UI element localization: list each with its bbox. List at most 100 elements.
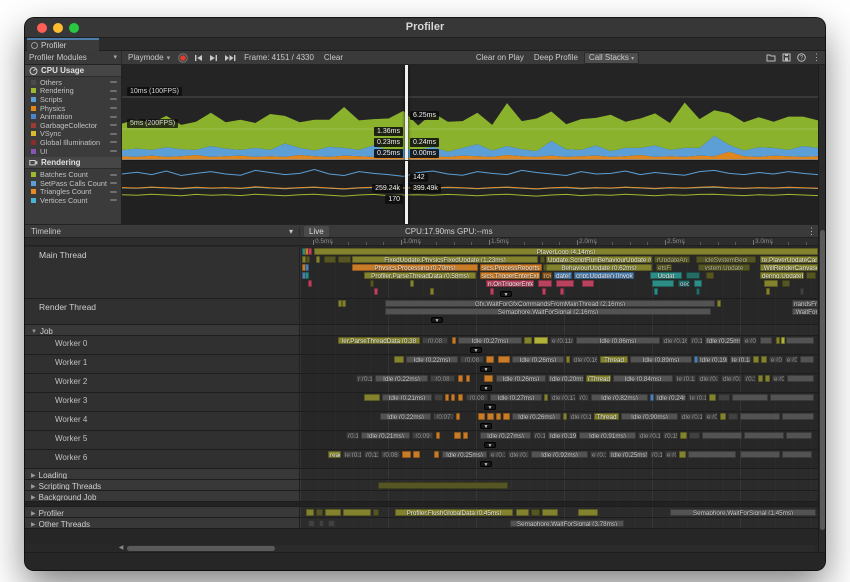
timeline-span[interactable] — [718, 394, 730, 401]
timeline-span[interactable]: Idle (0.91ms) — [579, 432, 636, 439]
legend-toggle-dash[interactable] — [110, 150, 117, 152]
timeline-span[interactable]: Idle (0.19m — [548, 432, 577, 439]
timeline-span[interactable] — [563, 413, 567, 420]
timeline-span[interactable]: Updat — [650, 272, 682, 279]
timeline-span[interactable] — [702, 432, 742, 439]
target-mode-dropdown[interactable]: Playmode▾ — [124, 51, 174, 65]
timeline-span[interactable]: ler.ParseThreadData (0.38 — [338, 337, 420, 344]
timeline-span[interactable]: Idle (0.27ms) — [458, 337, 522, 344]
timeline-span[interactable]: Thread — [600, 356, 628, 363]
timeline-span[interactable]: le (0.13m — [675, 375, 696, 382]
timeline-span[interactable]: Physics.Processing (0.70ms) — [352, 264, 478, 271]
timeline-span[interactable] — [430, 288, 434, 295]
timeline-span[interactable]: Gfx.WaitForGfxCommandsFromMainThread (2.… — [385, 300, 715, 307]
timeline-span[interactable]: dle (0.15m — [721, 375, 742, 382]
timeline-span[interactable] — [706, 272, 714, 279]
timeline-span[interactable] — [758, 375, 763, 382]
thread-track[interactable]: ler.ParseThreadData (0.38(0.08Idle (0.27… — [300, 336, 818, 354]
timeline-span[interactable]: Semaphore.WaitForSignal (2.16ms) — [385, 308, 711, 315]
legend-item[interactable]: VSync — [25, 130, 121, 139]
timeline-span[interactable] — [458, 394, 463, 401]
timeline-span[interactable]: Idle (0.22ms) — [406, 356, 458, 363]
timeline-span[interactable]: (0.11n — [364, 451, 379, 458]
thread-track[interactable]: Semaphore.WaitForSignal (3.78ms) — [300, 518, 818, 528]
toolbar-menu-icon[interactable]: ⋮ — [808, 52, 825, 63]
timeline-span[interactable]: Idle (0.90ms) — [621, 413, 678, 420]
timeline-span[interactable]: (0.08 — [381, 451, 400, 458]
timeline-span[interactable]: Idle (0.92ms) — [531, 451, 588, 458]
timeline-span[interactable]: BehaviourUpdate (0.62ms) — [546, 264, 652, 271]
timeline-span[interactable] — [342, 300, 346, 307]
timeline-span[interactable] — [343, 509, 371, 516]
legend-toggle-dash[interactable] — [110, 124, 117, 126]
timeline-span[interactable]: le (0.15m — [343, 451, 362, 458]
legend-item[interactable]: Others — [25, 78, 121, 87]
timeline-span[interactable] — [686, 272, 700, 279]
legend-toggle-dash[interactable] — [110, 81, 117, 83]
timeline-span[interactable]: Profiler.ParseThreadData (0.58ms) — [364, 272, 476, 279]
thread-track[interactable] — [300, 469, 818, 479]
clear-button[interactable]: Clear — [320, 52, 347, 64]
tab-profiler[interactable]: Profiler — [27, 38, 99, 51]
timeline-span[interactable]: (0.12m — [690, 337, 703, 344]
timeline-span[interactable] — [436, 432, 440, 439]
timeline-span[interactable]: (0.10 — [346, 432, 359, 439]
timeline-span[interactable]: (0.07 — [433, 413, 454, 420]
timeline-span[interactable] — [765, 375, 770, 382]
timeline-span[interactable] — [728, 413, 738, 420]
timeline-span[interactable]: (0. — [578, 394, 589, 401]
expand-marker[interactable]: ▼ — [480, 461, 492, 467]
expand-marker[interactable]: ▼ — [484, 404, 496, 410]
timeline-span[interactable]: Idle (0.84ms) — [613, 375, 673, 382]
timeline-span[interactable]: Idle (0.27ms) — [480, 432, 531, 439]
timeline-span[interactable] — [452, 337, 456, 344]
expand-marker[interactable]: ▼ — [431, 317, 443, 323]
timeline-span[interactable]: (ThreadD — [586, 375, 611, 382]
timeline-span[interactable] — [720, 413, 726, 420]
rendering-module-header[interactable]: Rendering — [25, 157, 121, 169]
selected-frame-line[interactable] — [405, 161, 408, 224]
timeline-span[interactable] — [308, 248, 312, 255]
timeline-span[interactable] — [434, 394, 443, 401]
legend-toggle-dash[interactable] — [110, 191, 117, 193]
timeline-span[interactable] — [324, 256, 336, 263]
timeline-span[interactable] — [652, 280, 674, 287]
timeline-span[interactable] — [732, 394, 768, 401]
timeline-span[interactable]: read — [328, 451, 341, 458]
timeline-span[interactable]: sics.ProcessReports (0.40m — [480, 264, 542, 271]
save-profile-icon[interactable] — [780, 52, 793, 64]
timeline-span[interactable]: icleSystemBegi — [696, 256, 756, 263]
timeline-span[interactable] — [680, 432, 687, 439]
timeline-span[interactable]: e (0.11n — [769, 356, 783, 363]
timeline-span[interactable]: e (0.10r — [743, 337, 757, 344]
timeline-span[interactable]: dle (0.16ms — [572, 356, 598, 363]
timeline-span[interactable]: Semaphore.WaitForSignal (1.45ms) — [670, 509, 816, 516]
timeline-span[interactable] — [490, 288, 494, 295]
timeline-span[interactable] — [478, 413, 485, 420]
timeline-span[interactable] — [696, 288, 700, 295]
expand-caret-icon[interactable]: ▶ — [31, 521, 36, 528]
timeline-span[interactable]: e (0.11m — [550, 337, 574, 344]
thread-track[interactable] — [300, 502, 818, 506]
collapse-caret-icon[interactable]: ▼ — [31, 329, 37, 335]
thread-track[interactable]: r (0.10rIdle (0.22ms)(0.08Idle (0.26ms)I… — [300, 374, 818, 392]
timeline-span[interactable]: (0.08 — [460, 356, 484, 363]
timeline-span[interactable]: Idle (0.22ms) — [375, 375, 428, 382]
expand-caret-icon[interactable]: ▶ — [31, 494, 36, 501]
timeline-span[interactable] — [787, 375, 814, 382]
timeline-span[interactable]: roy (0. — [542, 272, 552, 279]
thread-track[interactable] — [300, 480, 818, 490]
timeline-span[interactable] — [316, 509, 323, 516]
timeline-span[interactable] — [338, 256, 351, 263]
timeline-span[interactable]: (0.15m — [663, 432, 678, 439]
timeline-span[interactable] — [544, 394, 548, 401]
cpu-usage-module-header[interactable]: CPU Usage — [25, 65, 121, 77]
horizontal-scrollbar-thumb[interactable] — [127, 546, 275, 551]
timeline-span[interactable] — [806, 272, 816, 279]
selected-frame-line[interactable] — [405, 65, 408, 160]
timeline-span[interactable] — [689, 432, 700, 439]
timeline-span[interactable] — [305, 272, 309, 279]
timeline-span[interactable]: sics.TriggerEnterExits (0.39 — [480, 272, 540, 279]
timeline-span[interactable] — [413, 451, 420, 458]
timeline-span[interactable]: Idle (0.25ms) — [442, 451, 487, 458]
